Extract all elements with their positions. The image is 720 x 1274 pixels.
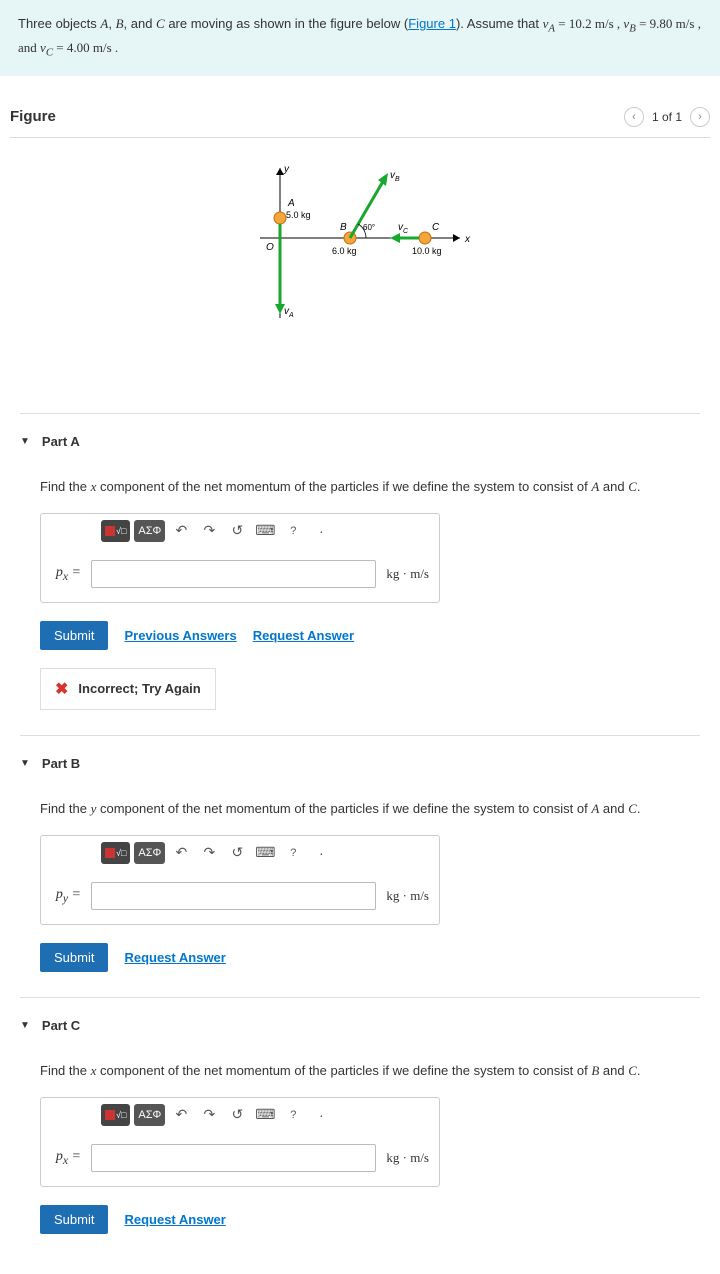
- equation-toolbar: √□ ΑΣΦ ↶ ↷ ↺ ⌨ ? ·: [41, 1098, 439, 1132]
- part-a: ▼ Part A Find the x component of the net…: [20, 413, 700, 710]
- svg-text:vA: vA: [284, 306, 294, 319]
- feedback-text: Incorrect; Try Again: [78, 681, 200, 696]
- equation-toolbar: √□ ΑΣΦ ↶ ↷ ↺ ⌨ ? ·: [41, 836, 439, 870]
- part-b: ▼ Part B Find the y component of the net…: [20, 735, 700, 972]
- degree-icon[interactable]: ?: [281, 1104, 305, 1126]
- unit-label: kg · m/s: [386, 888, 429, 904]
- figure-canvas: O x y A 5.0 kg vA B 6.0 kg vB 60° C: [10, 138, 710, 388]
- svg-text:A: A: [287, 198, 295, 209]
- answer-box: √□ ΑΣΦ ↶ ↷ ↺ ⌨ ? · px = kg · m/s: [40, 513, 440, 603]
- more-icon[interactable]: ·: [309, 842, 333, 864]
- answer-box: √□ ΑΣΦ ↶ ↷ ↺ ⌨ ? · px = kg · m/s: [40, 1097, 440, 1187]
- svg-text:O: O: [266, 242, 274, 253]
- greek-chip-icon[interactable]: ΑΣΦ: [134, 1104, 165, 1126]
- answer-input[interactable]: [91, 1144, 376, 1172]
- answer-input[interactable]: [91, 882, 376, 910]
- submit-button[interactable]: Submit: [40, 943, 108, 972]
- svg-text:vB: vB: [390, 170, 400, 183]
- template-chip-icon[interactable]: √□: [101, 520, 130, 542]
- part-prompt: Find the x component of the net momentum…: [40, 479, 700, 495]
- keyboard-icon[interactable]: ⌨: [253, 842, 277, 864]
- incorrect-icon: ✖: [55, 679, 68, 699]
- part-prompt: Find the x component of the net momentum…: [40, 1063, 700, 1079]
- part-title: Part A: [42, 434, 80, 449]
- reset-icon[interactable]: ↺: [225, 520, 249, 542]
- part-title: Part C: [42, 1018, 80, 1033]
- svg-text:x: x: [464, 234, 471, 245]
- figure-title: Figure: [10, 108, 56, 125]
- svg-text:5.0 kg: 5.0 kg: [286, 210, 311, 220]
- collapse-caret-icon[interactable]: ▼: [20, 1020, 30, 1031]
- part-c: ▼ Part C Find the x component of the net…: [20, 997, 700, 1234]
- more-icon[interactable]: ·: [309, 1104, 333, 1126]
- degree-icon[interactable]: ?: [281, 842, 305, 864]
- intro-text: Three objects: [18, 16, 100, 31]
- svg-text:B: B: [340, 222, 347, 233]
- redo-icon[interactable]: ↷: [197, 520, 221, 542]
- submit-button[interactable]: Submit: [40, 621, 108, 650]
- variable-label: px =: [51, 1149, 81, 1167]
- greek-chip-icon[interactable]: ΑΣΦ: [134, 520, 165, 542]
- reset-icon[interactable]: ↺: [225, 842, 249, 864]
- undo-icon[interactable]: ↶: [169, 520, 193, 542]
- degree-icon[interactable]: ?: [281, 520, 305, 542]
- part-title: Part B: [42, 756, 80, 771]
- pager-next-button[interactable]: ›: [690, 107, 710, 127]
- svg-text:C: C: [432, 222, 440, 233]
- submit-button[interactable]: Submit: [40, 1205, 108, 1234]
- answer-input[interactable]: [91, 560, 376, 588]
- link-request-answer[interactable]: Request Answer: [124, 1212, 225, 1227]
- feedback-box: ✖ Incorrect; Try Again: [40, 668, 216, 710]
- undo-icon[interactable]: ↶: [169, 1104, 193, 1126]
- reset-icon[interactable]: ↺: [225, 1104, 249, 1126]
- figure-pager: ‹ 1 of 1 ›: [624, 107, 710, 127]
- answer-box: √□ ΑΣΦ ↶ ↷ ↺ ⌨ ? · py = kg · m/s: [40, 835, 440, 925]
- redo-icon[interactable]: ↷: [197, 842, 221, 864]
- figure-link[interactable]: Figure 1: [408, 16, 456, 31]
- unit-label: kg · m/s: [386, 1150, 429, 1166]
- svg-text:10.0 kg: 10.0 kg: [412, 246, 442, 256]
- problem-statement: Three objects A, B, and C are moving as …: [0, 0, 720, 77]
- redo-icon[interactable]: ↷: [197, 1104, 221, 1126]
- unit-label: kg · m/s: [386, 566, 429, 582]
- svg-text:60°: 60°: [363, 223, 375, 232]
- link-previous-answers[interactable]: Previous Answers: [124, 628, 236, 643]
- greek-chip-icon[interactable]: ΑΣΦ: [134, 842, 165, 864]
- variable-label: py =: [51, 887, 81, 905]
- pager-prev-button[interactable]: ‹: [624, 107, 644, 127]
- svg-text:vC: vC: [398, 222, 409, 235]
- keyboard-icon[interactable]: ⌨: [253, 1104, 277, 1126]
- part-prompt: Find the y component of the net momentum…: [40, 801, 700, 817]
- undo-icon[interactable]: ↶: [169, 842, 193, 864]
- pager-text: 1 of 1: [652, 110, 682, 124]
- equation-toolbar: √□ ΑΣΦ ↶ ↷ ↺ ⌨ ? ·: [41, 514, 439, 548]
- more-icon[interactable]: ·: [309, 520, 333, 542]
- link-request-answer[interactable]: Request Answer: [253, 628, 354, 643]
- link-request-answer[interactable]: Request Answer: [124, 950, 225, 965]
- collapse-caret-icon[interactable]: ▼: [20, 436, 30, 447]
- variable-label: px =: [51, 565, 81, 583]
- keyboard-icon[interactable]: ⌨: [253, 520, 277, 542]
- template-chip-icon[interactable]: √□: [101, 842, 130, 864]
- svg-text:y: y: [283, 164, 290, 175]
- template-chip-icon[interactable]: √□: [101, 1104, 130, 1126]
- svg-text:6.0 kg: 6.0 kg: [332, 246, 357, 256]
- collapse-caret-icon[interactable]: ▼: [20, 758, 30, 769]
